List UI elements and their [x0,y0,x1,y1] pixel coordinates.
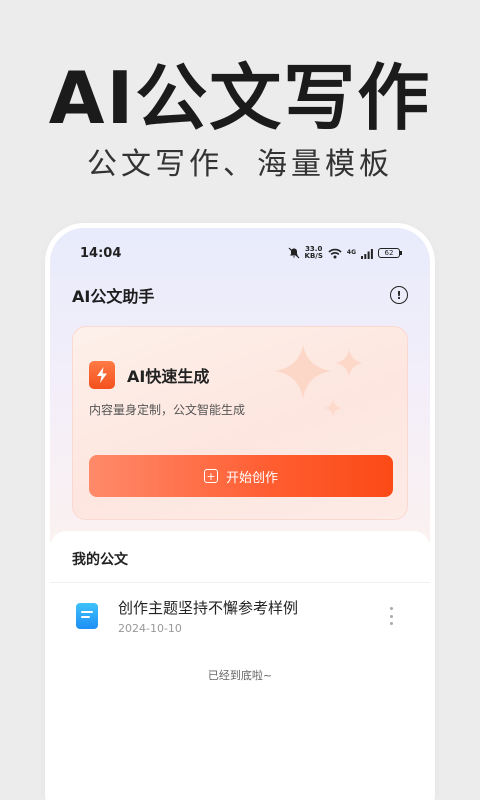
status-bar: 14:04 33.0 KB/S 4G 62 [50,228,430,278]
network-type: 4G [346,249,356,256]
card-title: AI快速生成 [127,367,210,386]
status-time: 14:04 [80,245,122,261]
mute-icon [288,244,300,263]
document-date: 2024-10-10 [118,622,182,635]
promo-headline: AI公文写作 [48,56,432,140]
start-creating-button[interactable]: + 开始创作 [89,455,393,497]
app-title: AI公文助手 [72,287,155,306]
phone-screen: 14:04 33.0 KB/S 4G 62 AI公文助手 ! AI快速生成 内容… [50,228,430,800]
card-description: 内容量身定制，公文智能生成 [89,403,246,417]
divider [50,582,430,583]
my-documents-panel: 我的公文 创作主题坚持不懈参考样例 2024-10-10 已经到底啦~ [50,531,430,800]
document-icon [76,603,98,629]
more-options-icon[interactable] [384,603,398,629]
section-title: 我的公文 [72,552,128,568]
app-header: AI公文助手 ! [72,280,408,310]
end-of-list-text: 已经到底啦~ [207,669,273,682]
start-creating-label: 开始创作 [225,470,278,486]
sparkle-decoration-icon [275,345,363,417]
network-speed: 33.0 KB/S [305,246,323,260]
battery-icon: 62 [378,248,402,258]
lightning-icon [89,361,115,389]
ai-generate-card[interactable]: AI快速生成 内容量身定制，公文智能生成 + 开始创作 [72,326,408,520]
plus-icon: + [203,469,218,483]
info-icon[interactable]: ! [390,286,408,304]
card-heading: AI快速生成 [89,361,209,389]
list-item[interactable]: 创作主题坚持不懈参考样例 2024-10-10 [72,595,408,639]
network-speed-unit: KB/S [304,252,323,260]
promo-subhead: 公文写作、海量模板 [87,147,393,182]
wifi-icon [328,244,342,263]
status-icons: 33.0 KB/S 4G 62 [288,244,402,263]
document-title: 创作主题坚持不懈参考样例 [118,599,299,617]
signal-icon [361,244,373,263]
